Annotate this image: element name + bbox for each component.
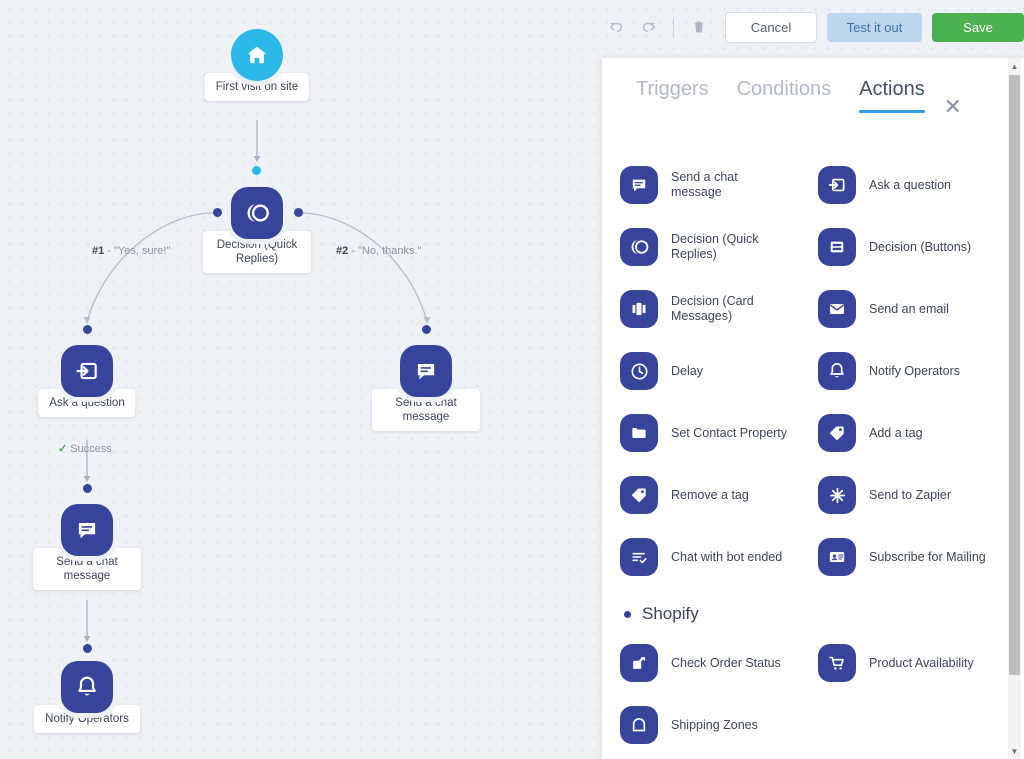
panel-scrollbar[interactable]: ▲ ▼ <box>1008 58 1021 759</box>
ask-question-icon <box>61 345 113 397</box>
trash-icon[interactable] <box>686 14 712 40</box>
action-item-label: Decision (Card Messages) <box>671 294 754 323</box>
chat-message-icon <box>61 504 113 556</box>
action-item-label: Product Availability <box>869 655 974 670</box>
clock-icon <box>620 352 658 390</box>
scrollbar-thumb[interactable] <box>1009 75 1020 675</box>
chat-message-icon <box>400 345 452 397</box>
tab-triggers[interactable]: Triggers <box>636 78 709 110</box>
chat-ended-icon <box>620 538 658 576</box>
flow-node-trigger[interactable]: First visit on site <box>204 29 310 101</box>
action-item-notify-operators[interactable]: Notify Operators <box>818 340 1016 402</box>
bullet-icon <box>624 610 631 618</box>
action-item-add-a-tag[interactable]: Add a tag <box>818 402 1016 464</box>
flow-port-left[interactable] <box>213 208 222 217</box>
action-item-decision-quick-replies[interactable]: Decision (Quick Replies) <box>620 216 818 278</box>
tab-actions[interactable]: Actions <box>859 78 925 113</box>
action-item-label: Decision (Quick Replies) <box>671 232 759 261</box>
branch-label-2: #2 - "No, thanks." <box>336 245 422 257</box>
action-item-label: Chat with bot ended <box>671 549 783 564</box>
action-item-label: Send an email <box>869 301 949 316</box>
action-item-send-to-zapier[interactable]: Send to Zapier <box>818 464 1016 526</box>
contact-card-icon <box>818 538 856 576</box>
zapier-icon <box>818 476 856 514</box>
section-title: Shopify <box>642 604 699 623</box>
panel-body: Send a chat message Ask a question Decis… <box>602 142 1024 759</box>
scroll-up-icon[interactable]: ▲ <box>1008 59 1021 73</box>
flow-port[interactable] <box>83 325 92 334</box>
bell-icon <box>61 661 113 713</box>
scroll-down-icon[interactable]: ▼ <box>1008 744 1021 758</box>
action-item-shipping-zones[interactable]: Shipping Zones <box>620 694 818 756</box>
action-item-label: Ask a question <box>869 177 951 192</box>
test-it-out-button[interactable]: Test it out <box>827 12 922 42</box>
home-icon <box>231 29 283 81</box>
action-item-decision-buttons[interactable]: Decision (Buttons) <box>818 216 1016 278</box>
editor-toolbar: Cancel Test it out Save <box>600 0 1024 54</box>
action-item-label: Set Contact Property <box>671 425 788 440</box>
flow-node-notify-operators[interactable]: Notify Operators <box>34 661 140 733</box>
cart-icon <box>818 644 856 682</box>
branch-label-1: #1 - "Yes, sure!" <box>92 245 171 257</box>
action-item-ask-a-question[interactable]: Ask a question <box>818 154 1016 216</box>
quick-replies-icon <box>620 228 658 266</box>
action-item-delay[interactable]: Delay <box>620 340 818 402</box>
actions-grid: Send a chat message Ask a question Decis… <box>602 142 1024 588</box>
flow-node-send-chat-right[interactable]: Send a chat message <box>372 345 480 431</box>
chat-message-icon <box>620 166 658 204</box>
redo-icon[interactable] <box>635 14 661 40</box>
tag-icon <box>620 476 658 514</box>
flow-node-send-chat-left[interactable]: Send a chat message <box>33 504 141 590</box>
check-icon: ✓ <box>58 443 68 455</box>
action-item-label: Shipping Zones <box>671 717 758 732</box>
tab-conditions[interactable]: Conditions <box>737 78 832 110</box>
flow-port[interactable] <box>252 166 261 175</box>
action-item-set-contact-property[interactable]: Set Contact Property <box>620 402 818 464</box>
action-item-label: Delay <box>671 363 703 378</box>
action-item-label: Subscribe for Mailing <box>869 549 986 564</box>
action-item-label: Send to Zapier <box>869 487 951 502</box>
success-label: ✓ Success <box>58 443 112 455</box>
cancel-button[interactable]: Cancel <box>725 11 817 43</box>
flow-port[interactable] <box>422 325 431 334</box>
flow-port-right[interactable] <box>294 208 303 217</box>
close-icon[interactable]: ✕ <box>944 96 962 118</box>
undo-icon[interactable] <box>603 14 629 40</box>
flow-node-ask-question[interactable]: Ask a question <box>38 345 136 417</box>
shipping-icon <box>620 706 658 744</box>
ask-question-icon <box>818 166 856 204</box>
action-item-decision-card-messages[interactable]: Decision (Card Messages) <box>620 278 818 340</box>
shopify-grid: Check Order Status Product Availability … <box>602 628 1024 756</box>
section-header-shopify: Shopify <box>602 588 1024 628</box>
tag-icon <box>818 414 856 452</box>
action-item-label: Send a chat message <box>671 170 738 199</box>
action-item-chat-with-bot-ended[interactable]: Chat with bot ended <box>620 526 818 588</box>
action-item-label: Remove a tag <box>671 487 749 502</box>
action-item-send-an-email[interactable]: Send an email <box>818 278 1016 340</box>
email-icon <box>818 290 856 328</box>
action-item-label: Notify Operators <box>869 363 961 378</box>
folder-icon <box>620 414 658 452</box>
action-item-check-order-status[interactable]: Check Order Status <box>620 632 818 694</box>
actions-panel: Triggers Conditions Actions ✕ Send a cha… <box>602 58 1024 759</box>
action-item-remove-a-tag[interactable]: Remove a tag <box>620 464 818 526</box>
card-messages-icon <box>620 290 658 328</box>
flow-node-decision[interactable]: Decision (Quick Replies) <box>203 187 311 273</box>
action-item-product-availability[interactable]: Product Availability <box>818 632 1016 694</box>
toolbar-divider <box>673 17 674 37</box>
order-status-icon <box>620 644 658 682</box>
action-item-label: Check Order Status <box>671 655 781 670</box>
bell-icon <box>818 352 856 390</box>
action-item-label: Add a tag <box>869 425 923 440</box>
action-item-subscribe-for-mailing[interactable]: Subscribe for Mailing <box>818 526 1016 588</box>
action-item-label: Decision (Buttons) <box>869 239 972 254</box>
decision-buttons-icon <box>818 228 856 266</box>
flow-port[interactable] <box>83 644 92 653</box>
flow-port[interactable] <box>83 484 92 493</box>
save-button[interactable]: Save <box>932 12 1024 42</box>
action-item-send-a-chat-message[interactable]: Send a chat message <box>620 154 818 216</box>
quick-replies-icon <box>231 187 283 239</box>
